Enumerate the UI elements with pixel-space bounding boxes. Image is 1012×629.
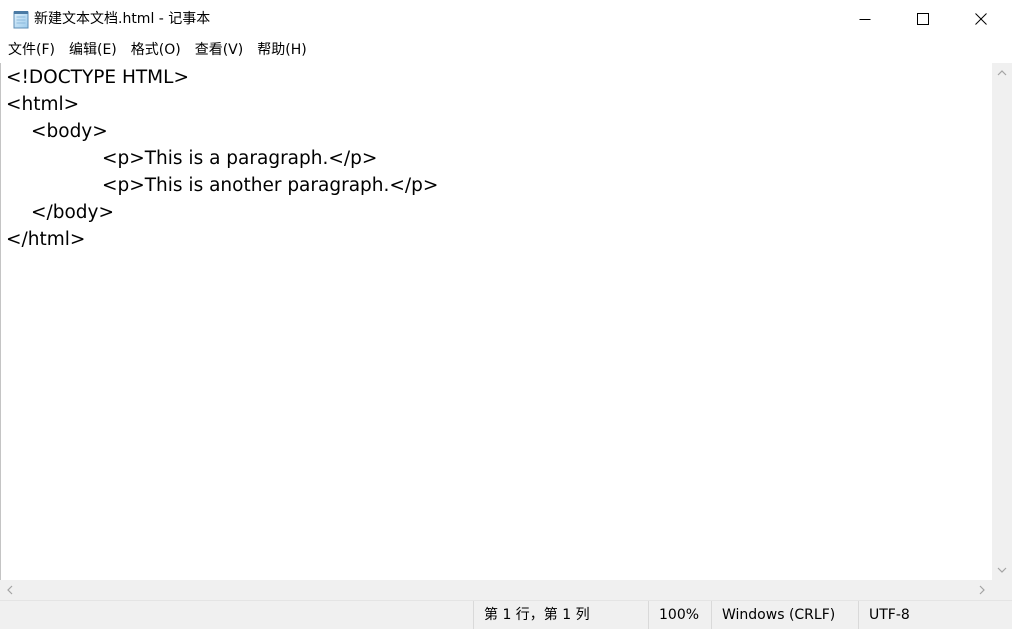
maximize-icon (917, 13, 929, 25)
status-zoom: 100% (648, 601, 711, 629)
window-controls (836, 0, 1010, 38)
notepad-icon[interactable] (11, 9, 31, 29)
editor-line: <p>This is another paragraph.</p> (102, 175, 439, 196)
menu-help[interactable]: 帮助(H) (250, 38, 313, 62)
editor-line: <p>This is a paragraph.</p> (102, 148, 378, 169)
scrollbar-corner (992, 580, 1012, 600)
chevron-down-icon (997, 566, 1007, 574)
menu-view[interactable]: 查看(V) (188, 38, 251, 62)
minimize-button[interactable] (836, 0, 894, 38)
chevron-left-icon (6, 585, 14, 595)
menu-edit[interactable]: 编辑(E) (62, 38, 124, 62)
menu-format[interactable]: 格式(O) (124, 38, 188, 62)
editor-line: <html> (6, 94, 80, 115)
chevron-up-icon (997, 69, 1007, 77)
status-cursor-position: 第 1 行，第 1 列 (473, 601, 648, 629)
horizontal-scrollbar[interactable] (0, 580, 992, 600)
vertical-scrollbar[interactable] (992, 63, 1012, 580)
notepad-window: 新建文本文档.html - 记事本 文件(F) 编辑(E) 格式(O) 查看(V… (0, 0, 1012, 629)
maximize-button[interactable] (894, 0, 952, 38)
editor-line: </body> (31, 202, 114, 223)
chevron-right-icon (978, 585, 986, 595)
editor-line: <body> (31, 121, 108, 142)
close-icon (975, 13, 987, 25)
scroll-down-button[interactable] (992, 560, 1012, 580)
scroll-right-button[interactable] (972, 580, 992, 600)
status-bar: 第 1 行，第 1 列 100% Windows (CRLF) UTF-8 (0, 600, 1012, 629)
title-bar[interactable]: 新建文本文档.html - 记事本 (0, 0, 1012, 38)
status-line-ending: Windows (CRLF) (711, 601, 858, 629)
text-editor[interactable]: <!DOCTYPE HTML> <html> <body> <p>This is… (0, 63, 992, 580)
menu-file[interactable]: 文件(F) (1, 38, 62, 62)
close-button[interactable] (952, 0, 1010, 38)
editor-line: <!DOCTYPE HTML> (6, 67, 189, 88)
editor-line: </html> (6, 229, 86, 250)
window-title: 新建文本文档.html - 记事本 (34, 11, 211, 27)
status-encoding: UTF-8 (858, 601, 1012, 629)
scroll-up-button[interactable] (992, 63, 1012, 83)
minimize-icon (859, 13, 871, 25)
scroll-left-button[interactable] (0, 580, 20, 600)
menu-bar: 文件(F) 编辑(E) 格式(O) 查看(V) 帮助(H) (1, 38, 314, 62)
